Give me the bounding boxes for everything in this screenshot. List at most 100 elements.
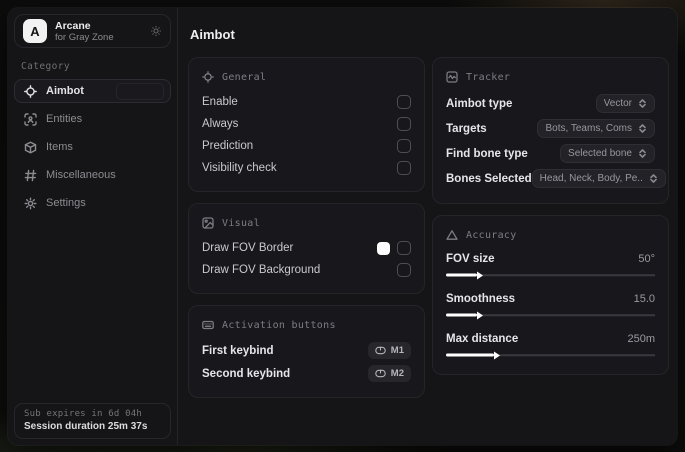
toggle-label: Visibility check (202, 162, 277, 174)
toggle-row-enable: Enable (202, 91, 411, 113)
general-card: General Enable Always Prediction Visibil… (188, 57, 425, 192)
chevrons-up-down-icon (650, 174, 657, 183)
targets-select[interactable]: Bots, Teams, Coms (537, 119, 655, 138)
accuracy-card-header: Accuracy (446, 229, 655, 241)
find-bone-type-select[interactable]: Selected bone (560, 144, 655, 163)
select-label: Targets (446, 122, 487, 135)
sidebar-item-miscellaneous[interactable]: Miscellaneous (14, 163, 171, 187)
draw-fov-border-checkbox[interactable] (397, 241, 411, 255)
sidebar-item-label: Miscellaneous (46, 169, 116, 181)
image-icon (202, 217, 214, 229)
slider-label: FOV size (446, 253, 495, 265)
slider-group-smoothness: Smoothness 15.0 (446, 289, 655, 320)
slider-fill (446, 273, 478, 277)
package-icon (24, 141, 37, 154)
page-title: Aimbot (190, 27, 235, 42)
toggle-label: Draw FOV Background (202, 264, 321, 276)
activation-card-header: Activation buttons (202, 319, 411, 331)
accuracy-card: Accuracy FOV size 50° Smoothness 15.0 Ma… (432, 215, 669, 375)
app-subtitle: for Gray Zone (55, 31, 114, 43)
mouse-icon (375, 346, 386, 355)
keybind-row-first: First keybind M1 (202, 339, 411, 362)
select-row-bones-selected: Bones Selected Head, Neck, Body, Pe.. (446, 166, 666, 191)
row-controls (377, 241, 411, 255)
toggle-row-draw-fov-border: Draw FOV Border (202, 237, 411, 259)
sidebar: A Arcane for Gray Zone Category Aimbot E… (8, 8, 178, 445)
app-logo: A (23, 19, 47, 43)
content-columns: General Enable Always Prediction Visibil… (188, 57, 669, 398)
activity-monitor-icon (446, 71, 458, 83)
left-column: General Enable Always Prediction Visibil… (188, 57, 425, 398)
sidebar-item-label: Aimbot (46, 85, 84, 97)
triangle-icon (446, 230, 458, 240)
tracker-card: Tracker Aimbot type Vector Targets Bots,… (432, 57, 669, 204)
toggle-row-always: Always (202, 113, 411, 135)
select-label: Find bone type (446, 147, 528, 160)
slider-fill (446, 353, 495, 357)
slider-value: 250m (627, 333, 655, 345)
app-titles: Arcane for Gray Zone (55, 20, 142, 43)
toggle-label: Enable (202, 96, 238, 108)
select-row-aimbot-type: Aimbot type Vector (446, 91, 655, 116)
keybind-label: Second keybind (202, 367, 291, 380)
slider-value: 15.0 (633, 293, 655, 305)
select-row-find-bone-type: Find bone type Selected bone (446, 141, 655, 166)
mouse-icon (375, 369, 386, 378)
chevrons-up-down-icon (639, 99, 646, 108)
category-label: Category (21, 61, 70, 72)
fov-size-slider[interactable] (446, 270, 655, 280)
second-keybind-button[interactable]: M2 (367, 365, 411, 382)
toggle-row-prediction: Prediction (202, 135, 411, 157)
select-row-targets: Targets Bots, Teams, Coms (446, 116, 655, 141)
sidebar-item-label: Items (46, 141, 73, 153)
slider-label: Max distance (446, 333, 519, 345)
slider-row-header: Smoothness 15.0 (446, 289, 655, 309)
sidebar-item-entities[interactable]: Entities (14, 107, 171, 131)
enable-checkbox[interactable] (397, 95, 411, 109)
sidebar-item-settings[interactable]: Settings (14, 191, 171, 215)
toggle-row-visibility-check: Visibility check (202, 157, 411, 179)
draw-fov-background-checkbox[interactable] (397, 263, 411, 277)
select-label: Aimbot type (446, 97, 513, 110)
slider-fill (446, 313, 478, 317)
max-distance-slider[interactable] (446, 350, 655, 360)
sidebar-nav: Aimbot Entities Items Miscellaneous Sett… (14, 79, 171, 403)
keyboard-icon (202, 320, 214, 330)
crosshair-icon (202, 71, 214, 83)
app-name: Arcane (55, 19, 91, 32)
scan-person-icon (24, 112, 37, 126)
sub-expires-text: Sub expires in 6d 04h (24, 409, 142, 419)
first-keybind-button[interactable]: M1 (367, 342, 411, 359)
visibility-check-checkbox[interactable] (397, 161, 411, 175)
session-duration-text: Session duration 25m 37s (24, 421, 148, 432)
keybind-label: First keybind (202, 344, 274, 357)
fov-border-color-swatch[interactable] (377, 241, 390, 255)
slider-group-max-distance: Max distance 250m (446, 329, 655, 360)
slider-row-header: FOV size 50° (446, 249, 655, 269)
always-checkbox[interactable] (397, 117, 411, 131)
visual-card-header: Visual (202, 217, 411, 229)
toggle-label: Always (202, 118, 239, 130)
main-panel: Aimbot General Enable Always Prediction … (178, 8, 677, 445)
app-window: A Arcane for Gray Zone Category Aimbot E… (8, 8, 677, 445)
grid-hash-icon (24, 169, 37, 182)
keybind-row-second: Second keybind M2 (202, 362, 411, 385)
sidebar-item-aimbot[interactable]: Aimbot (14, 79, 171, 103)
sidebar-item-items[interactable]: Items (14, 135, 171, 159)
settings-gear-icon[interactable] (150, 25, 162, 37)
aimbot-type-select[interactable]: Vector (595, 94, 655, 113)
chevrons-up-down-icon (639, 124, 646, 133)
crosshair-icon (24, 84, 37, 98)
smoothness-slider[interactable] (446, 310, 655, 320)
right-column: Tracker Aimbot type Vector Targets Bots,… (432, 57, 669, 375)
slider-row-header: Max distance 250m (446, 329, 655, 349)
sidebar-item-label: Entities (46, 113, 83, 125)
bones-selected-select[interactable]: Head, Neck, Body, Pe.. (531, 169, 666, 188)
toggle-row-draw-fov-background: Draw FOV Background (202, 259, 411, 281)
app-header-card: A Arcane for Gray Zone (14, 14, 171, 48)
slider-value: 50° (638, 253, 655, 265)
sidebar-item-label: Settings (46, 197, 86, 209)
gear-icon (24, 197, 37, 210)
prediction-checkbox[interactable] (397, 139, 411, 153)
activation-buttons-card: Activation buttons First keybind M1 Seco… (188, 305, 425, 398)
